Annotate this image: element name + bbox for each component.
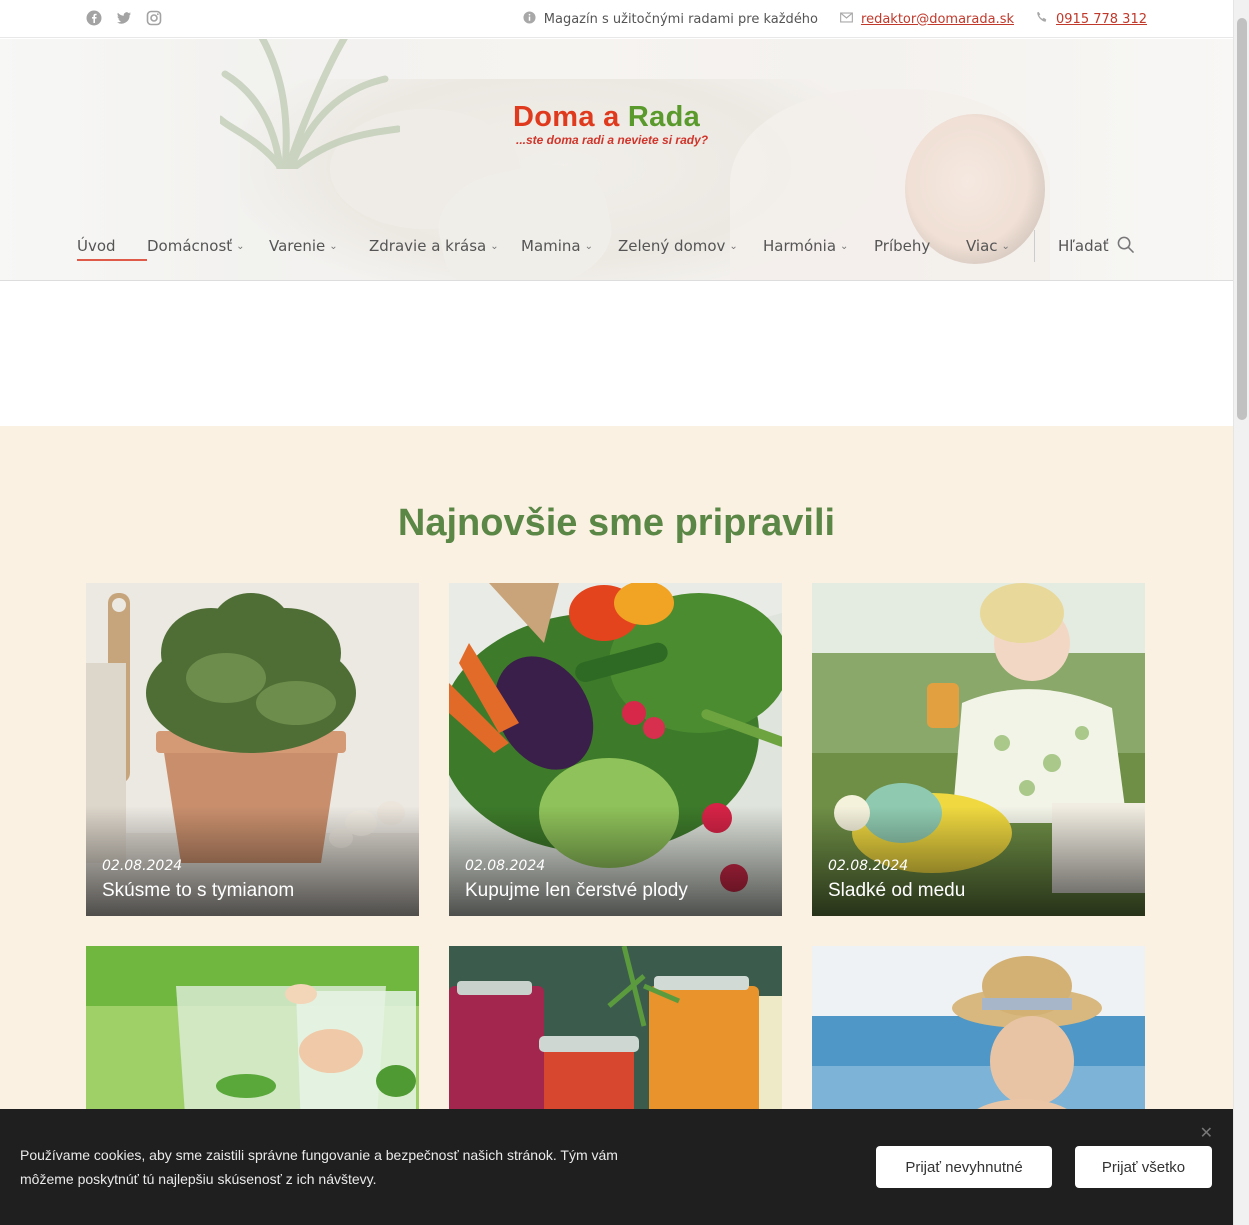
- nav-label: Varenie: [269, 237, 326, 255]
- logo-slogan: ...ste doma radi a neviete si rady?: [516, 133, 709, 147]
- close-icon[interactable]: ✕: [1200, 1123, 1213, 1142]
- scrollbar[interactable]: [1233, 0, 1249, 1225]
- top-bar: Magazín s užitočnými radami pre každého …: [0, 0, 1233, 38]
- section-heading: Najnovšie sme pripravili: [397, 502, 836, 544]
- social-links: [86, 10, 162, 26]
- mail-icon: [840, 11, 853, 27]
- nav-label: Domácnosť: [147, 237, 233, 255]
- chevron-down-icon: ⌄: [584, 240, 594, 252]
- site-logo[interactable]: Doma a Rada ...ste doma radi a neviete s…: [513, 101, 708, 147]
- nav-label: Harmónia: [763, 237, 837, 255]
- nav-label: Úvod: [77, 237, 116, 255]
- chevron-down-icon: ⌄: [840, 240, 849, 252]
- nav-search[interactable]: Hľadať: [1058, 228, 1134, 264]
- chevron-down-icon: ⌄: [236, 240, 245, 252]
- search-label: Hľadať: [1058, 237, 1109, 255]
- accept-all-button[interactable]: Prijať všetko: [1075, 1146, 1212, 1188]
- nav-item-zdravie[interactable]: Zdravie a krása ⌄: [369, 228, 521, 264]
- accept-necessary-button[interactable]: Prijať nevyhnutné: [876, 1146, 1052, 1188]
- article-card[interactable]: [449, 946, 782, 1129]
- article-card[interactable]: 02.08.2024 Skúsme to s tymianom: [86, 583, 419, 916]
- instagram-icon[interactable]: [146, 10, 162, 26]
- chevron-down-icon: ⌄: [329, 240, 338, 252]
- contact-info: Magazín s užitočnými radami pre každého …: [523, 0, 1147, 38]
- nav-item-zeleny-domov[interactable]: Zelený domov ⌄: [618, 228, 763, 264]
- pickles-image: [449, 946, 782, 1129]
- cookie-banner: Používame cookies, aby sme zaistili sprá…: [0, 1109, 1233, 1225]
- article-card[interactable]: [812, 946, 1145, 1129]
- nav-divider: [1034, 230, 1035, 262]
- card-title[interactable]: Kupujme len čerstvé plody: [465, 880, 688, 902]
- nav-label: Viac: [966, 237, 998, 255]
- main-nav: Úvod Domácnosť ⌄ Varenie ⌄ Zdravie a krása…: [77, 228, 1134, 264]
- logo-word-doma: Doma a: [513, 101, 620, 133]
- nav-item-varenie[interactable]: Varenie ⌄: [269, 228, 369, 264]
- card-date: 02.08.2024: [828, 858, 909, 874]
- search-icon: [1117, 236, 1134, 257]
- header-hero: Doma a Rada ...ste doma radi a neviete s…: [0, 39, 1233, 281]
- card-date: 02.08.2024: [102, 858, 183, 874]
- phone-item: 0915 778 312: [1036, 11, 1147, 27]
- scrollbar-thumb[interactable]: [1237, 18, 1247, 420]
- nav-item-mamina[interactable]: Mamina ⌄: [521, 228, 618, 264]
- nav-label: Zelený domov: [618, 237, 726, 255]
- chevron-down-icon: ⌄: [490, 240, 499, 252]
- facebook-icon[interactable]: [86, 10, 102, 26]
- chevron-down-icon: ⌄: [729, 240, 738, 252]
- tagline-item: Magazín s užitočnými radami pre každého: [523, 10, 819, 28]
- latest-articles-section: Najnovšie sme pripravili 02.08.2024 Skús…: [0, 426, 1233, 1225]
- cookie-text: Používame cookies, aby sme zaistili sprá…: [20, 1147, 618, 1187]
- card-title[interactable]: Sladké od medu: [828, 880, 965, 902]
- baby-beach-image: [812, 946, 1145, 1129]
- twitter-icon[interactable]: [116, 10, 132, 26]
- nav-label: Mamina: [521, 237, 581, 255]
- nav-item-domacnost[interactable]: Domácnosť ⌄: [147, 228, 269, 264]
- article-card[interactable]: 02.08.2024 Kupujme len čerstvé plody: [449, 583, 782, 916]
- article-card[interactable]: 02.08.2024 Sladké od medu: [812, 583, 1145, 916]
- chevron-down-icon: ⌄: [1001, 240, 1010, 252]
- email-item: redaktor@domarada.sk: [840, 12, 1014, 27]
- nav-item-harmonia[interactable]: Harmónia ⌄: [763, 228, 874, 264]
- article-card[interactable]: [86, 946, 419, 1129]
- info-icon: [523, 10, 536, 28]
- tagline-text: Magazín s užitočnými radami pre každého: [543, 11, 819, 27]
- nav-item-uvod[interactable]: Úvod: [77, 228, 147, 264]
- card-date: 02.08.2024: [465, 858, 546, 874]
- nav-label: Zdravie a krása: [369, 237, 487, 255]
- nav-item-viac[interactable]: Viac ⌄: [966, 228, 1058, 264]
- logo-word-rada: Rada: [627, 101, 701, 133]
- lemonade-image: [86, 946, 419, 1129]
- email-link[interactable]: redaktor@domarada.sk: [861, 12, 1014, 27]
- nav-item-pribehy[interactable]: Príbehy: [874, 228, 966, 264]
- phone-link[interactable]: 0915 778 312: [1056, 12, 1147, 27]
- phone-icon: [1036, 11, 1048, 27]
- nav-label: Príbehy: [874, 237, 931, 255]
- card-title[interactable]: Skúsme to s tymianom: [102, 880, 294, 902]
